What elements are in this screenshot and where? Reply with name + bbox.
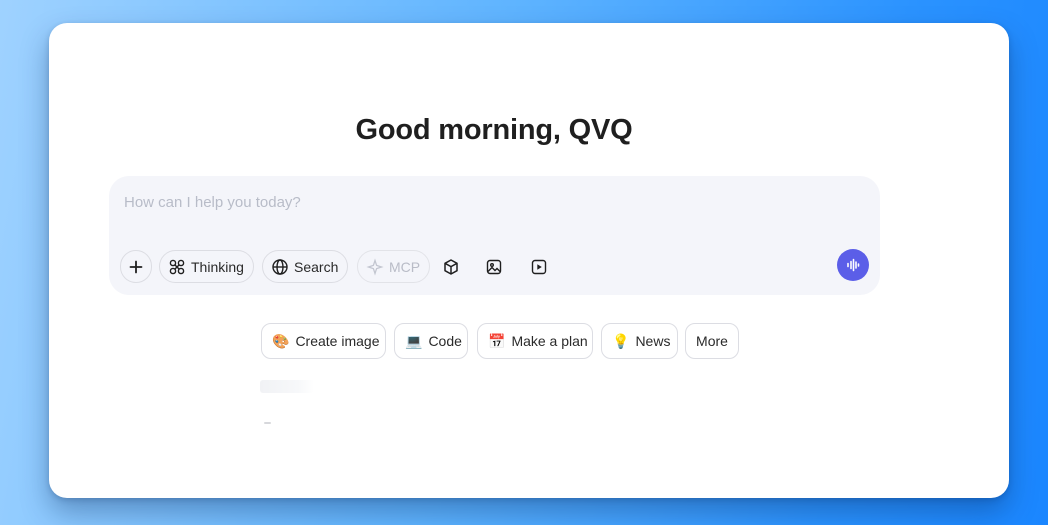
news-chip[interactable]: 💡 News	[601, 323, 678, 359]
make-a-plan-chip[interactable]: 📅 Make a plan	[477, 323, 593, 359]
3d-model-button[interactable]	[439, 255, 463, 279]
thinking-toggle[interactable]: Thinking	[159, 250, 254, 283]
globe-icon	[272, 258, 288, 275]
loading-placeholder-dot	[264, 422, 271, 424]
app-window: Good morning, QVQ Thinking Search	[49, 23, 1009, 498]
plus-icon	[129, 260, 143, 273]
prompt-input[interactable]	[124, 194, 864, 211]
cube-icon	[444, 259, 458, 275]
greeting-title: Good morning, QVQ	[355, 114, 633, 146]
mcp-icon	[366, 257, 384, 276]
more-chip[interactable]: More	[685, 323, 739, 359]
laptop-icon: 💻	[405, 333, 423, 349]
thinking-icon	[169, 259, 185, 274]
calendar-icon: 📅	[488, 333, 506, 349]
code-chip[interactable]: 💻 Code	[394, 323, 468, 359]
chip-label: News	[635, 333, 671, 349]
mcp-label: MCP	[389, 258, 421, 275]
search-toggle[interactable]: Search	[262, 250, 349, 283]
palette-icon: 🎨	[272, 333, 290, 349]
chip-label: More	[696, 333, 728, 349]
video-button[interactable]	[527, 255, 551, 279]
mcp-toggle[interactable]: MCP	[357, 250, 431, 283]
chat-composer: Thinking Search MCP	[109, 176, 880, 295]
image-button[interactable]	[482, 255, 506, 279]
chip-label: Code	[428, 333, 462, 349]
chip-label: Create image	[295, 333, 380, 349]
loading-placeholder	[260, 380, 314, 393]
lightbulb-icon: 💡	[612, 333, 630, 349]
create-image-chip[interactable]: 🎨 Create image	[261, 323, 386, 359]
voice-wave-icon	[847, 258, 860, 272]
add-attachment-button[interactable]	[120, 250, 152, 283]
chip-label: Make a plan	[511, 333, 588, 349]
search-label: Search	[294, 258, 339, 275]
image-icon	[486, 259, 502, 275]
video-icon	[531, 259, 547, 275]
thinking-label: Thinking	[191, 258, 244, 275]
voice-input-button[interactable]	[837, 249, 869, 281]
